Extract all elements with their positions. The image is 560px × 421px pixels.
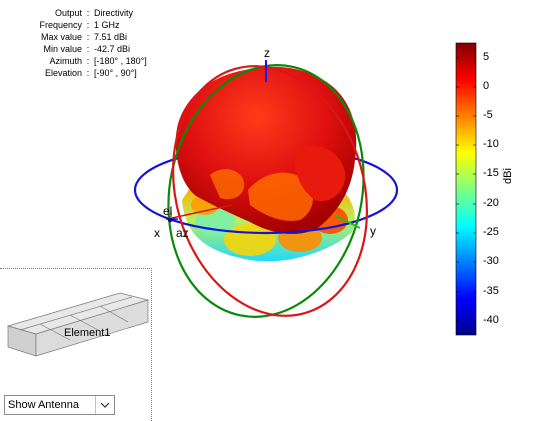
colorbar-tick: -25 — [483, 226, 499, 238]
colorbar-label: dBi — [502, 168, 514, 184]
colorbar-tick: -35 — [483, 285, 499, 297]
view-select-dropdown[interactable]: Show Antenna — [4, 395, 115, 415]
colorbar-tick: 0 — [483, 80, 490, 92]
el-axis-label: el — [163, 204, 173, 218]
antenna-label: Element1 — [64, 327, 111, 339]
colorbar-tick: -5 — [483, 109, 493, 121]
x-axis-label: x — [154, 226, 160, 240]
colorbar-tick: -40 — [483, 314, 499, 326]
colorbar-tick: -15 — [483, 167, 499, 179]
colorbar-tick: -20 — [483, 197, 499, 209]
colorbar-tick: 5 — [483, 51, 490, 63]
az-axis-label: az — [176, 226, 189, 240]
y-axis-label: y — [370, 224, 376, 238]
z-axis-label: z — [264, 46, 270, 60]
colorbar-tick: -30 — [483, 255, 499, 267]
chevron-down-icon[interactable] — [95, 396, 114, 414]
colorbar-tick: -10 — [483, 138, 499, 150]
view-select-value: Show Antenna — [8, 399, 79, 411]
